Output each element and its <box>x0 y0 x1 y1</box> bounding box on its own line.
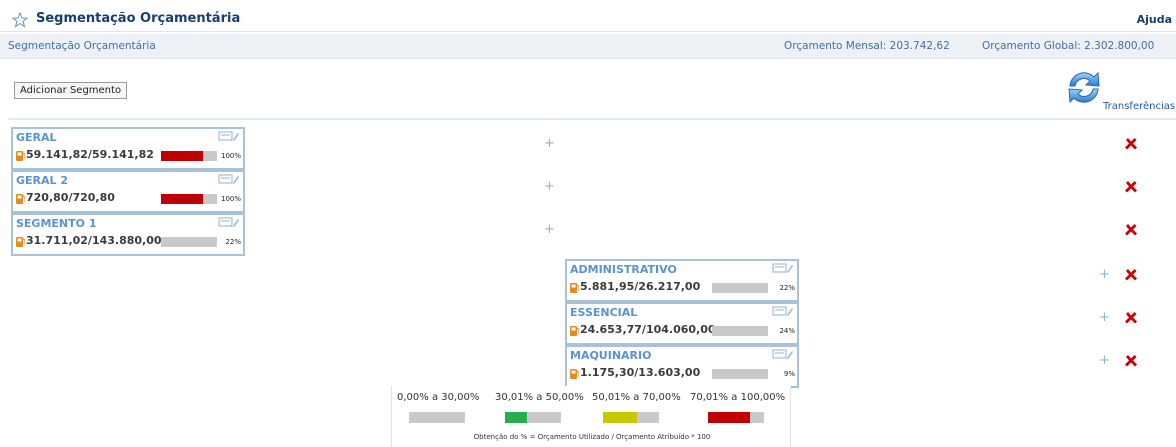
segment-amount: 31.711,02/143.880,00 <box>26 234 162 247</box>
segment-amount: 720,80/720,80 <box>26 191 115 204</box>
help-link[interactable]: Ajuda <box>1137 13 1172 26</box>
usage-bar <box>161 194 217 204</box>
usage-bar <box>161 151 217 161</box>
usage-percent: 24% <box>779 327 795 335</box>
usage-bar <box>712 369 768 379</box>
legend-bar-fill <box>603 412 637 423</box>
legend-bar <box>409 412 465 423</box>
add-subsegment-icon[interactable]: + <box>1099 353 1110 368</box>
delete-icon[interactable] <box>1125 138 1137 150</box>
edit-icon[interactable] <box>772 262 794 274</box>
segment-amount: 59.141,82/59.141,82 <box>26 148 154 161</box>
segment-card[interactable]: GERAL 2 720,80/720,80 100% <box>11 170 245 213</box>
subsegment-amount: 1.175,30/13.603,00 <box>580 366 701 379</box>
add-subsegment-icon[interactable]: + <box>1099 310 1110 325</box>
delete-icon[interactable] <box>1125 181 1137 193</box>
add-subsegment-icon[interactable]: + <box>544 136 555 151</box>
usage-percent: 100% <box>220 195 241 203</box>
usage-percent: 22% <box>779 284 795 292</box>
usage-bar <box>712 326 768 336</box>
usage-bar-fill <box>161 194 203 204</box>
fuel-icon <box>16 151 25 161</box>
edit-icon[interactable] <box>218 130 240 142</box>
percentage-formula: Obtenção do % = Orçamento Utilizado / Or… <box>473 433 711 441</box>
global-budget: Orçamento Global: 2.302.800,00 <box>982 40 1155 52</box>
subsegment-amount: 24.653,77/104.060,00 <box>580 323 716 336</box>
legend-bar <box>603 412 659 423</box>
fuel-icon <box>16 237 25 247</box>
legend-bar <box>708 412 764 423</box>
legend-range-label: 0,00% a 30,00% <box>397 392 480 403</box>
add-subsegment-icon[interactable]: + <box>544 222 555 237</box>
edit-icon[interactable] <box>772 348 794 360</box>
segment-name[interactable]: SEGMENTO 1 <box>16 217 96 230</box>
fuel-icon <box>16 194 25 204</box>
usage-bar-fill <box>161 151 203 161</box>
segment-name[interactable]: GERAL <box>16 131 57 144</box>
legend-range-label: 30,01% a 50,00% <box>495 392 584 403</box>
fuel-icon <box>570 369 579 379</box>
legend-range-label: 50,01% a 70,00% <box>592 392 681 403</box>
subsegment-name[interactable]: ESSENCIAL <box>570 306 637 319</box>
subsegment-card[interactable]: MAQUINARIO 1.175,30/13.603,00 9% <box>565 345 799 388</box>
fuel-icon <box>570 326 579 336</box>
segment-card[interactable]: SEGMENTO 1 31.711,02/143.880,00 22% <box>11 213 245 256</box>
divider <box>8 118 1176 120</box>
star-icon[interactable] <box>12 12 28 28</box>
usage-percent: 9% <box>783 370 795 378</box>
breadcrumb[interactable]: Segmentação Orçamentária <box>8 40 156 52</box>
percentage-legend: 0,00% a 30,00% 30,01% a 50,00% 50,01% a … <box>391 386 791 447</box>
usage-bar <box>712 283 768 293</box>
legend-bar <box>505 412 561 423</box>
delete-icon[interactable] <box>1125 312 1137 324</box>
delete-icon[interactable] <box>1125 269 1137 281</box>
usage-percent: 100% <box>220 152 241 160</box>
subsegment-card[interactable]: ADMINISTRATIVO 5.881,95/26.217,00 22% <box>565 259 799 302</box>
add-subsegment-icon[interactable]: + <box>1099 267 1110 282</box>
edit-icon[interactable] <box>218 216 240 228</box>
page-title: Segmentação Orçamentária <box>36 11 241 26</box>
fuel-icon <box>570 283 579 293</box>
subsegment-amount: 5.881,95/26.217,00 <box>580 280 701 293</box>
delete-icon[interactable] <box>1125 355 1137 367</box>
legend-range-label: 70,01% a 100,00% <box>690 392 786 403</box>
delete-icon[interactable] <box>1125 224 1137 236</box>
subsegment-name[interactable]: ADMINISTRATIVO <box>570 263 677 276</box>
edit-icon[interactable] <box>218 173 240 185</box>
usage-percent: 22% <box>225 238 241 246</box>
segment-card[interactable]: GERAL 59.141,82/59.141,82 100% <box>11 127 245 170</box>
segment-name[interactable]: GERAL 2 <box>16 174 68 187</box>
legend-bar-fill <box>708 412 750 423</box>
title-bar: Segmentação Orçamentária Ajuda <box>0 10 1176 32</box>
subsegment-card[interactable]: ESSENCIAL 24.653,77/104.060,00 24% <box>565 302 799 345</box>
transfer-icon[interactable] <box>1064 68 1104 106</box>
add-segment-button[interactable]: Adicionar Segmento <box>14 82 128 99</box>
usage-bar <box>161 237 217 247</box>
subsegment-name[interactable]: MAQUINARIO <box>570 349 651 362</box>
legend-bar-fill <box>505 412 528 423</box>
transfers-link[interactable]: Transferências <box>1103 101 1175 112</box>
monthly-budget: Orçamento Mensal: 203.742,62 <box>784 40 950 52</box>
edit-icon[interactable] <box>772 305 794 317</box>
info-bar: Segmentação Orçamentária Orçamento Mensa… <box>0 34 1176 59</box>
add-subsegment-icon[interactable]: + <box>544 179 555 194</box>
